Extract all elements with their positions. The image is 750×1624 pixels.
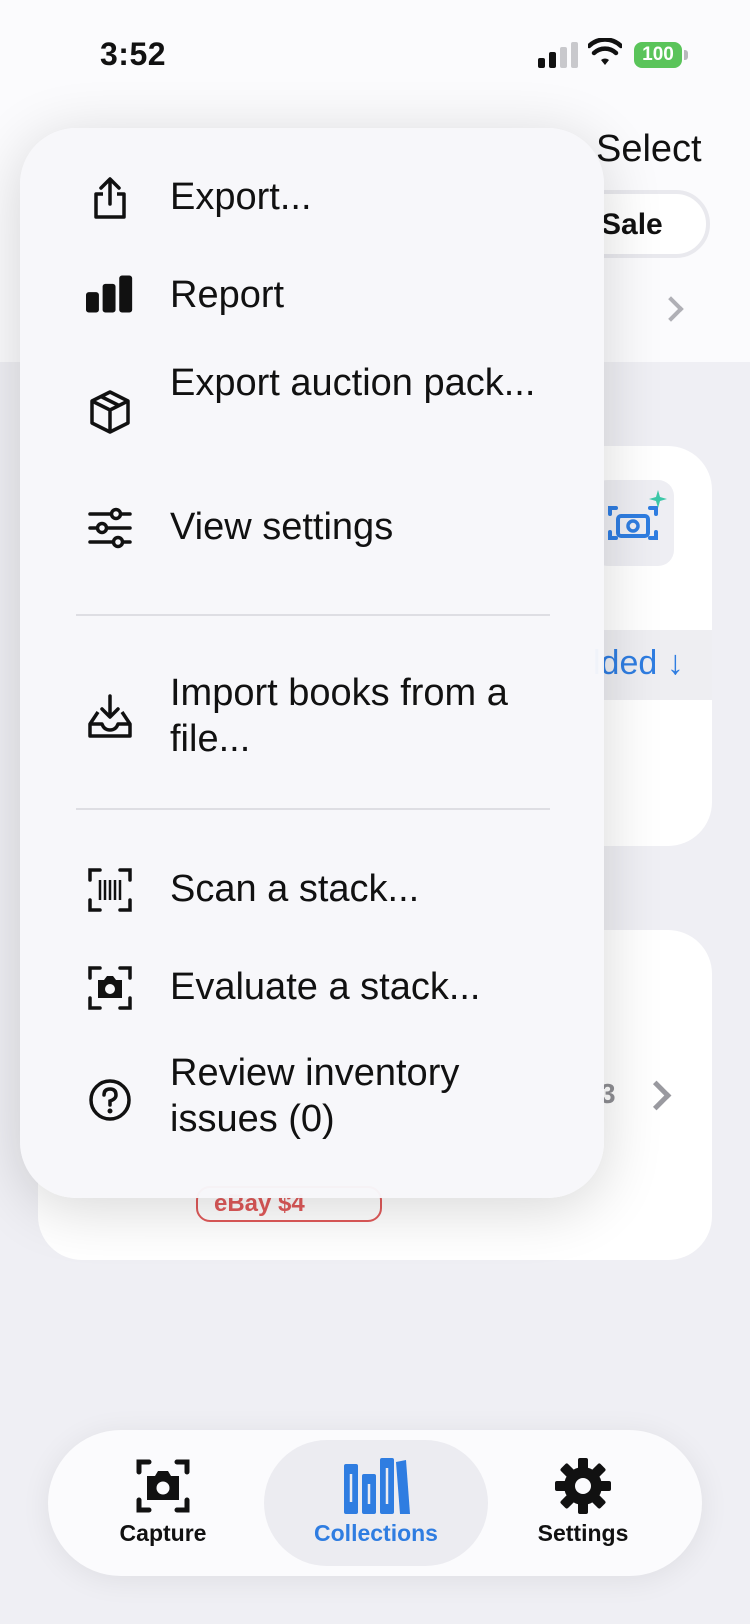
- books-icon: [344, 1458, 410, 1514]
- menu-item-export-auction-pack[interactable]: Export auction pack...: [20, 360, 604, 460]
- tab-label: Capture: [119, 1520, 207, 1546]
- sort-label: lded ↓: [593, 644, 684, 682]
- menu-item-label: Report: [170, 274, 285, 316]
- menu-item-export[interactable]: Export...: [20, 168, 604, 228]
- camera-icon: [136, 1459, 190, 1513]
- status-bar: 3:52 100: [0, 0, 750, 110]
- tray-download-icon: [88, 694, 132, 738]
- menu-item-label: Export auction pack...: [170, 362, 536, 404]
- menu-item-scan-stack[interactable]: Scan a stack...: [20, 860, 604, 920]
- ai-camera-icon: [608, 490, 667, 540]
- camera-scan-icon: [88, 966, 132, 1010]
- bar-chart-icon: [86, 275, 133, 313]
- wifi-icon: [588, 38, 622, 65]
- tab-settings[interactable]: Settings: [488, 1430, 678, 1576]
- sliders-icon: [88, 507, 132, 549]
- share-icon: [94, 177, 126, 219]
- menu-divider: [76, 808, 550, 810]
- sale-chip-label: Sale: [601, 208, 663, 241]
- menu-item-evaluate-stack[interactable]: Evaluate a stack...: [20, 958, 604, 1018]
- menu-item-label: Import books from a file...: [170, 672, 508, 760]
- tab-capture[interactable]: Capture: [68, 1430, 258, 1576]
- menu-item-label: Scan a stack...: [170, 868, 420, 910]
- tab-label: Collections: [314, 1520, 438, 1546]
- menu-item-review-inventory[interactable]: Review inventory issues (0): [20, 1050, 604, 1150]
- menu-divider: [76, 614, 550, 616]
- menu-item-import-books[interactable]: Import books from a file...: [20, 666, 604, 766]
- gear-icon: [555, 1458, 611, 1514]
- tab-collections[interactable]: Collections: [264, 1430, 488, 1576]
- question-circle-icon: [89, 1079, 131, 1121]
- cellular-signal-icon: [538, 42, 580, 68]
- menu-item-label: View settings: [170, 506, 394, 548]
- battery-tip: [684, 50, 688, 60]
- menu-item-view-settings[interactable]: View settings: [20, 498, 604, 558]
- menu-item-label: Export...: [170, 176, 312, 218]
- barcode-scan-icon: [88, 868, 132, 912]
- battery-indicator: 100: [634, 42, 682, 68]
- ai-camera-button[interactable]: [592, 480, 674, 566]
- status-time: 3:52: [100, 36, 167, 72]
- package-icon: [90, 390, 130, 434]
- menu-item-label: Evaluate a stack...: [170, 966, 481, 1008]
- menu-item-label: Review inventory issues (0): [170, 1052, 460, 1140]
- select-button[interactable]: Select: [596, 128, 702, 171]
- tab-bar: Capture Collections Settings: [48, 1430, 702, 1576]
- overflow-menu: Export... Report Export auction pack... …: [20, 128, 604, 1198]
- menu-item-report[interactable]: Report: [20, 266, 604, 326]
- tab-label: Settings: [537, 1520, 629, 1546]
